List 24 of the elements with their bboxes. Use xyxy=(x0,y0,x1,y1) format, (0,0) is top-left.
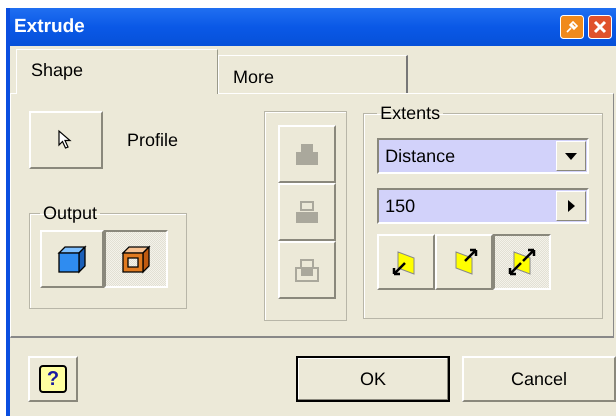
group-title: Extents xyxy=(379,103,442,124)
help-button[interactable]: ? xyxy=(28,356,78,402)
solid-output-button[interactable] xyxy=(40,230,104,288)
right-arrow-icon xyxy=(568,200,574,212)
close-button[interactable] xyxy=(588,15,612,39)
window-title: Extrude xyxy=(14,16,86,38)
tab[interactable]: More xyxy=(218,55,408,93)
group-title: Output xyxy=(42,203,98,224)
dropdown-arrow-icon xyxy=(565,152,577,160)
pointer-icon xyxy=(58,129,74,151)
ok-button[interactable]: OK xyxy=(296,356,450,402)
block-icon xyxy=(292,256,321,284)
extents-dropdown[interactable]: Distance xyxy=(377,138,589,174)
pin-button[interactable] xyxy=(560,15,584,39)
profile-label: Profile xyxy=(127,130,178,150)
surface-output-button[interactable] xyxy=(104,230,168,288)
direction-arrow-icon xyxy=(506,246,538,278)
distance-field[interactable]: 150 xyxy=(377,188,589,224)
profile-select-button[interactable] xyxy=(29,111,103,169)
cancel-button[interactable]: Cancel xyxy=(462,356,616,402)
solid-cube-icon xyxy=(56,243,88,275)
direction-button[interactable] xyxy=(493,234,552,290)
hollow-cube-icon xyxy=(120,243,152,275)
tab[interactable]: Shape xyxy=(16,49,218,94)
